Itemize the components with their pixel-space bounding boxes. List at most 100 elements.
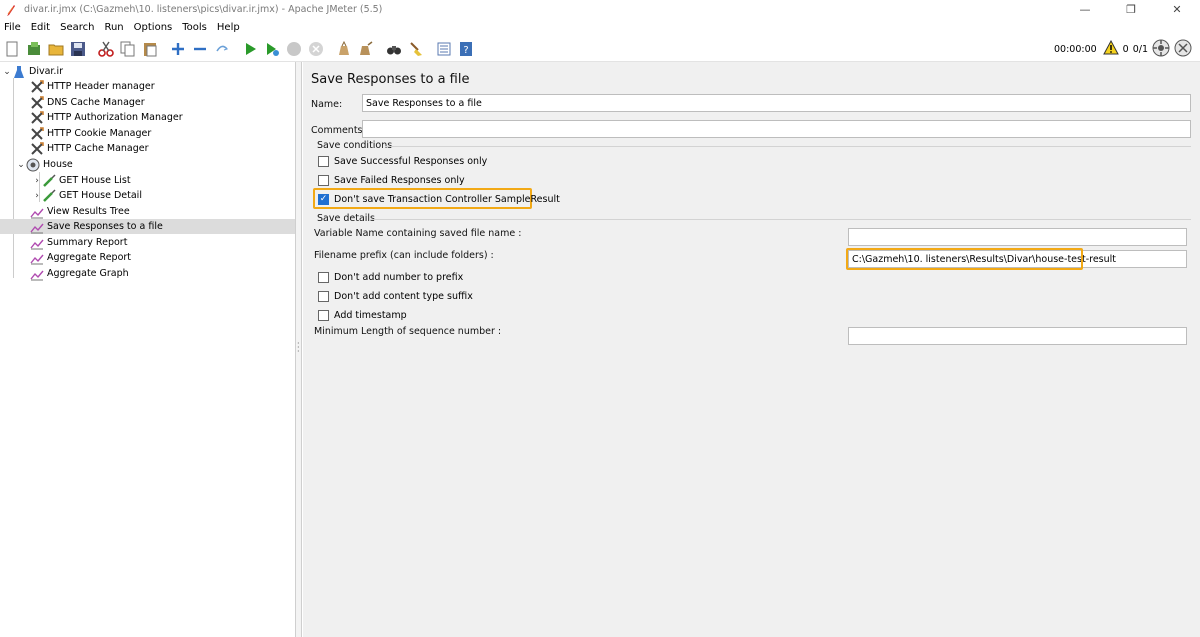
tree-node-thread-group[interactable]: ⌄ House <box>16 157 73 172</box>
cut-icon[interactable] <box>96 39 116 59</box>
jmeter-feather-icon <box>4 3 18 17</box>
expand-chevron-icon[interactable]: › <box>32 191 42 201</box>
menu-tools[interactable]: Tools <box>177 22 212 33</box>
listener-chart-icon <box>30 267 44 281</box>
test-plan-tree: ⌄ Divar.ir HTTP Header manager DNS Cache… <box>0 62 296 637</box>
tree-label: Aggregate Report <box>47 252 132 263</box>
thread-group-gear-icon <box>26 158 40 172</box>
comments-label: Comments: <box>311 125 366 136</box>
tree-node-listener[interactable]: Aggregate Report <box>30 250 131 265</box>
clear-icon[interactable] <box>334 39 354 59</box>
sampler-pipette-icon <box>42 188 56 203</box>
dont-add-suffix-checkbox[interactable]: Don't add content type suffix <box>318 288 473 305</box>
active-threads: 0/1 <box>1132 43 1148 55</box>
start-no-pauses-icon[interactable] <box>262 39 282 59</box>
listener-chart-icon <box>30 236 44 250</box>
paste-icon[interactable] <box>140 39 160 59</box>
save-successful-only-checkbox[interactable]: Save Successful Responses only <box>318 153 487 170</box>
clear-all-icon[interactable] <box>356 39 376 59</box>
config-wrench-icon <box>30 79 44 94</box>
tree-node-config[interactable]: HTTP Header manager <box>30 79 155 94</box>
open-folder-icon[interactable] <box>46 39 66 59</box>
checkbox-box[interactable] <box>318 272 329 283</box>
checkbox-box[interactable] <box>318 310 329 321</box>
panel-title: Save Responses to a file <box>311 72 470 87</box>
log-viewer-icon[interactable] <box>1174 39 1192 60</box>
checkmark-icon[interactable]: ✓ <box>318 194 329 205</box>
tree-label: HTTP Header manager <box>47 81 155 92</box>
shutdown-icon <box>306 39 326 59</box>
minimize-button[interactable]: — <box>1062 0 1108 19</box>
test-plan-flask-icon <box>12 65 26 79</box>
help-icon[interactable]: ? <box>456 39 476 59</box>
listener-chart-icon <box>30 205 44 219</box>
tree-node-config[interactable]: HTTP Cookie Manager <box>30 126 151 141</box>
expand-chevron-icon[interactable]: › <box>32 176 42 186</box>
new-file-icon[interactable] <box>2 39 22 59</box>
config-wrench-icon <box>30 95 44 110</box>
checkbox-box[interactable] <box>318 175 329 186</box>
elapsed-timer: 00:00:00 <box>1053 43 1097 55</box>
window-title: divar.ir.jmx (C:\Gazmeh\10. listeners\pi… <box>24 4 383 15</box>
function-helper-icon[interactable] <box>434 39 454 59</box>
checkbox-label: Add timestamp <box>334 310 407 321</box>
tree-node-listener-selected[interactable]: Save Responses to a file <box>0 219 295 234</box>
tree-label: House <box>43 159 73 170</box>
add-timestamp-checkbox[interactable]: Add timestamp <box>318 307 407 324</box>
tree-label: Aggregate Graph <box>47 268 129 279</box>
tree-node-listener[interactable]: Aggregate Graph <box>30 266 129 281</box>
comments-field[interactable] <box>362 120 1191 138</box>
checkbox-label: Save Successful Responses only <box>334 156 488 167</box>
tree-node-listener[interactable]: View Results Tree <box>30 204 130 219</box>
save-failed-only-checkbox[interactable]: Save Failed Responses only <box>318 172 465 189</box>
menu-options[interactable]: Options <box>129 22 178 33</box>
reset-search-broom-icon[interactable] <box>406 39 426 59</box>
tree-node-config[interactable]: DNS Cache Manager <box>30 95 145 110</box>
config-wrench-icon <box>30 110 44 125</box>
min-length-field[interactable] <box>848 327 1187 345</box>
save-icon[interactable] <box>68 39 88 59</box>
toolbar: ? 00:00:00 0 0/1 <box>0 36 1200 62</box>
drag-handle-icon[interactable]: · · · <box>297 340 300 356</box>
tree-label: Summary Report <box>47 237 128 248</box>
menu-edit[interactable]: Edit <box>26 22 55 33</box>
tree-label: GET House Detail <box>59 190 142 201</box>
tree-node-test-plan[interactable]: ⌄ Divar.ir <box>2 64 63 79</box>
collapse-chevron-icon[interactable]: ⌄ <box>16 160 26 170</box>
menu-search[interactable]: Search <box>55 22 99 33</box>
dont-add-number-checkbox[interactable]: Don't add number to prefix <box>318 269 463 286</box>
menu-run[interactable]: Run <box>99 22 128 33</box>
name-label: Name: <box>311 99 343 110</box>
tree-label: HTTP Cookie Manager <box>47 128 152 139</box>
checkbox-label: Save Failed Responses only <box>334 175 465 186</box>
search-binoculars-icon[interactable] <box>384 39 404 59</box>
checkbox-label: Don't save Transaction Controller Sample… <box>334 194 560 205</box>
collapse-chevron-icon[interactable]: ⌄ <box>2 67 12 77</box>
checkbox-box[interactable] <box>318 156 329 167</box>
warning-icon[interactable] <box>1102 39 1119 58</box>
close-button[interactable]: ✕ <box>1154 0 1200 19</box>
tree-node-sampler[interactable]: › GET House List <box>32 173 131 188</box>
copy-icon[interactable] <box>118 39 138 59</box>
templates-icon[interactable] <box>24 39 44 59</box>
svg-text:?: ? <box>463 45 468 56</box>
dont-save-transaction-controller-checkbox[interactable]: ✓ Don't save Transaction Controller Samp… <box>318 191 560 208</box>
menu-bar: File Edit Search Run Options Tools Help <box>0 19 1200 35</box>
variable-name-field[interactable] <box>848 228 1187 246</box>
split-pane-divider[interactable]: · · · <box>296 62 302 637</box>
start-icon[interactable] <box>240 39 260 59</box>
tree-node-config[interactable]: HTTP Cache Manager <box>30 141 149 156</box>
menu-help[interactable]: Help <box>212 22 245 33</box>
checkbox-box[interactable] <box>318 291 329 302</box>
save-details-legend: Save details <box>317 213 375 224</box>
tree-label: DNS Cache Manager <box>47 97 145 108</box>
toggle-icon[interactable] <box>212 39 232 59</box>
tree-node-listener[interactable]: Summary Report <box>30 235 127 250</box>
menu-file[interactable]: File <box>0 22 26 33</box>
name-field[interactable]: Save Responses to a file <box>362 94 1191 112</box>
collapse-all-icon[interactable] <box>190 39 210 59</box>
expand-all-icon[interactable] <box>168 39 188 59</box>
restore-button[interactable]: ❐ <box>1108 0 1154 19</box>
tree-node-sampler[interactable]: › GET House Detail <box>32 188 142 203</box>
tree-node-config[interactable]: HTTP Authorization Manager <box>30 110 183 125</box>
